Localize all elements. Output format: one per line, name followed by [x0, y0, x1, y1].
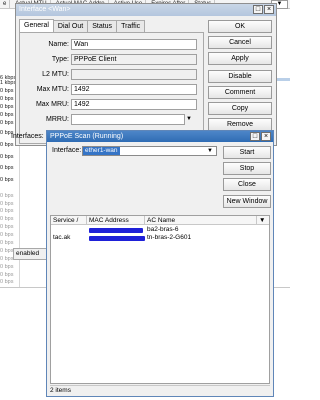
rate-value: 0 bps	[0, 264, 14, 270]
name-label: Name:	[48, 41, 69, 48]
column-service[interactable]: Service /	[51, 216, 87, 225]
new-window-button[interactable]: New Window	[223, 195, 271, 208]
restore-icon[interactable]: □	[253, 5, 263, 14]
sort-icon: /	[76, 217, 79, 224]
rate-value: 0 bps	[0, 177, 14, 183]
scan-window-titlebar[interactable]: PPPoE Scan (Running) □ ×	[47, 131, 273, 142]
scan-results-table: Service / MAC Address AC Name ▼ ba2-bras…	[50, 215, 270, 384]
interface-label: Interface:	[52, 147, 82, 154]
name-field[interactable]: Wan	[71, 39, 197, 50]
close-icon[interactable]: ×	[261, 132, 271, 141]
max-mtu-field[interactable]: 1492	[71, 84, 197, 95]
mrru-label: MRRU:	[46, 116, 69, 123]
cancel-button[interactable]: Cancel	[208, 36, 272, 49]
rate-value: 0 bps	[0, 232, 14, 238]
tab-traffic[interactable]: Traffic	[116, 20, 146, 32]
rate-value: 0 bps	[0, 240, 14, 246]
interface-select-value: ether1-wan	[83, 147, 120, 155]
ac-name-cell: tn-bras-2-G601	[147, 234, 192, 241]
chevron-down-icon[interactable]: ▼	[207, 147, 213, 155]
stop-button[interactable]: Stop	[223, 162, 271, 175]
tab-status[interactable]: Status	[87, 20, 118, 32]
rate-value: 0 bps	[0, 193, 14, 199]
type-label: Type:	[51, 56, 69, 63]
item-count: 2 items	[50, 387, 71, 394]
interfaces-label: Interfaces:	[11, 133, 44, 140]
redacted-mac	[89, 228, 143, 233]
max-mru-field[interactable]: 1492	[71, 99, 197, 110]
bg-col[interactable]: e	[0, 0, 11, 8]
restore-icon[interactable]: □	[250, 132, 260, 141]
column-ac-name[interactable]: AC Name	[145, 216, 257, 225]
rate-value: 0 bps	[0, 165, 14, 171]
pppoe-scan-window: PPPoE Scan (Running) □ × Interface: ethe…	[46, 130, 274, 397]
start-button[interactable]: Start	[223, 146, 271, 159]
ok-button[interactable]: OK	[208, 20, 272, 33]
interface-select[interactable]: ether1-wan ▼	[82, 146, 217, 156]
rate-value: 0 bps	[0, 279, 14, 285]
l2mtu-label: L2 MTU:	[42, 71, 69, 78]
tab-dial-out[interactable]: Dial Out	[52, 20, 89, 32]
apply-button[interactable]: Apply	[208, 52, 272, 65]
column-mac-address[interactable]: MAC Address	[87, 216, 145, 225]
redacted-mac	[89, 236, 145, 241]
table-header: Service / MAC Address AC Name ▼	[51, 216, 269, 225]
divider	[50, 385, 270, 386]
rate-value: 0 bps	[0, 208, 14, 214]
ac-name-cell: ba2-bras-6	[147, 226, 179, 233]
scan-window-title: PPPoE Scan (Running)	[50, 133, 124, 140]
status-enabled: enabled	[13, 248, 50, 260]
copy-button[interactable]: Copy	[208, 102, 272, 115]
mrru-dropdown-icon[interactable]: ▼	[186, 114, 192, 125]
tab-bar: General Dial Out Status Traffic	[19, 19, 146, 32]
interface-window: Interface <Wan> □ × General Dial Out Sta…	[11, 3, 277, 146]
service-cell: tac.ak	[53, 234, 71, 241]
rate-value: 0 bps	[0, 154, 14, 160]
general-panel: Name: Wan Type: PPPoE Client L2 MTU: Max…	[11, 32, 204, 144]
type-field: PPPoE Client	[71, 54, 197, 65]
window-title: Interface <Wan>	[19, 6, 71, 13]
max-mru-label: Max MRU:	[35, 101, 69, 108]
comment-button[interactable]: Comment	[208, 86, 272, 99]
disable-button[interactable]: Disable	[208, 70, 272, 83]
close-button[interactable]: Close	[223, 178, 271, 191]
close-icon[interactable]: ×	[264, 5, 274, 14]
rate-value: 0 bps	[0, 216, 14, 222]
l2mtu-field	[71, 69, 197, 80]
column-menu-icon[interactable]: ▼	[257, 216, 269, 225]
tab-general[interactable]: General	[19, 19, 54, 32]
rate-value: 0 bps	[0, 224, 14, 230]
max-mtu-label: Max MTU:	[36, 86, 69, 93]
table-row[interactable]: ba2-bras-6	[51, 226, 269, 234]
table-row[interactable]: tac.ak tn-bras-2-G601	[51, 234, 269, 242]
mrru-field[interactable]	[71, 114, 185, 125]
interface-window-titlebar[interactable]: Interface <Wan> □ ×	[16, 4, 276, 16]
